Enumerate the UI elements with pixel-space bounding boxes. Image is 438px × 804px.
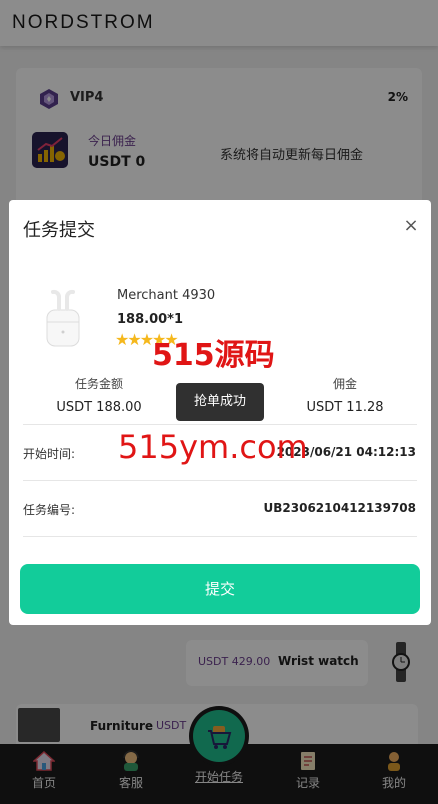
task-amount-value: USDT 188.00 [56,400,142,415]
commission-label: 佣金 [332,377,357,391]
price-quantity: 188.00*1 [117,312,184,327]
commission-value: USDT 11.28 [306,400,384,415]
divider [23,480,417,481]
task-amount-label: 任务金额 [74,377,123,391]
divider [23,424,417,425]
product-image-airpods [46,289,80,347]
watermark-url: 515ym.com [118,428,308,466]
task-number-label: 任务编号: [23,503,76,517]
submit-button[interactable]: 提交 [20,564,420,614]
task-number-value: UB2306210412139708 [263,501,416,515]
start-time-label: 开始时间: [23,447,76,461]
watermark-text: 515源码 [152,338,275,373]
divider [23,536,417,537]
merchant-name: Merchant 4930 [117,288,216,303]
close-icon[interactable]: × [403,216,419,236]
dialog-title: 任务提交 [23,220,95,241]
success-toast: 抢单成功 [176,383,264,421]
